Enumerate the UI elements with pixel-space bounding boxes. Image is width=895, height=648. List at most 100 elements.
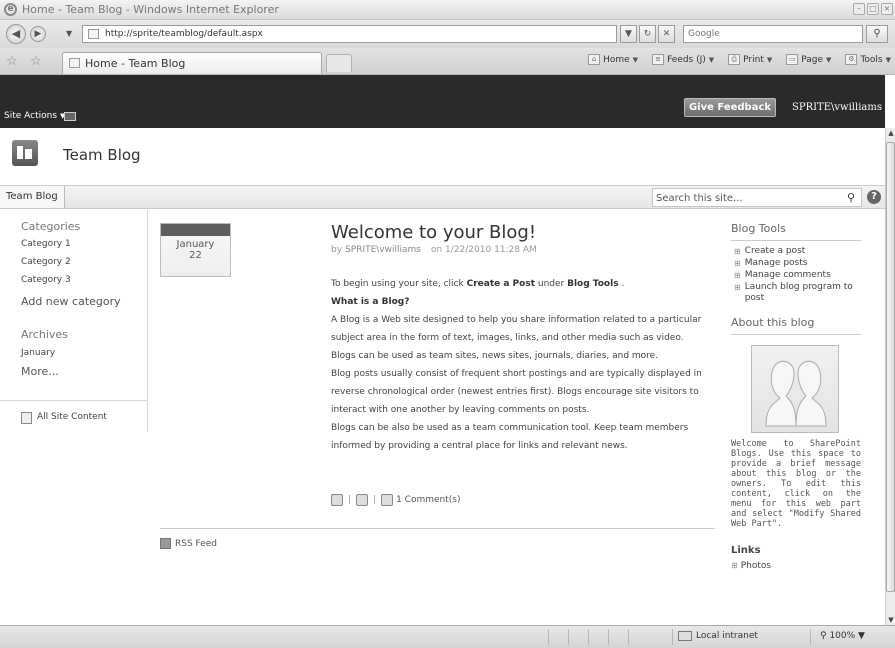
help-icon[interactable]: ? bbox=[867, 190, 881, 204]
search-icon[interactable]: ⚲ bbox=[866, 25, 888, 43]
scroll-up-arrow[interactable]: ▲ bbox=[886, 128, 895, 138]
rss-feed-link[interactable]: RSS Feed bbox=[160, 538, 217, 549]
user-menu[interactable]: SPRITE\vwilliams ▼ bbox=[792, 102, 891, 113]
post-actions: | | 1 Comment(s) bbox=[331, 494, 461, 506]
page-icon: ▭ bbox=[786, 54, 799, 65]
comments-link[interactable]: 1 Comment(s) bbox=[396, 495, 460, 505]
site-search-input[interactable] bbox=[656, 191, 826, 205]
sharepoint-ribbon: Site Actions ▼ Give Feedback SPRITE\vwill… bbox=[0, 75, 891, 128]
back-button[interactable]: ◀ bbox=[6, 24, 26, 44]
page-icon bbox=[69, 58, 80, 68]
right-column: Blog Tools ⊞ Create a post ⊞ Manage posts … bbox=[731, 222, 861, 571]
window-titlebar: e Home - Team Blog - Windows Internet Ex… bbox=[0, 0, 895, 20]
blog-tools-heading: Blog Tools bbox=[731, 222, 861, 241]
stop-button[interactable]: ✕ bbox=[658, 25, 675, 43]
browser-search-input[interactable] bbox=[688, 27, 838, 41]
post-paragraph-2: Blog posts usually consist of frequent s… bbox=[331, 369, 702, 415]
history-dropdown[interactable]: ▼ bbox=[66, 29, 72, 38]
post-body: To begin using your site, click Create a… bbox=[331, 275, 706, 455]
links-heading: Links bbox=[731, 545, 761, 556]
site-header: Team Blog bbox=[0, 128, 885, 184]
feeds-icon: ≡ bbox=[652, 54, 665, 65]
site-logo-icon[interactable] bbox=[12, 140, 38, 166]
security-zone[interactable]: Local intranet bbox=[678, 631, 758, 641]
close-button[interactable]: × bbox=[881, 3, 893, 15]
categories-heading[interactable]: Categories bbox=[21, 220, 80, 233]
all-site-content-link[interactable]: All Site Content bbox=[0, 400, 148, 424]
link-photos[interactable]: ⊞ Photos bbox=[731, 561, 861, 571]
scrollbar-thumb[interactable] bbox=[886, 142, 895, 592]
comment-icon[interactable] bbox=[381, 494, 394, 506]
minimize-button[interactable]: – bbox=[853, 3, 865, 15]
forward-button[interactable]: ▶ bbox=[30, 26, 46, 42]
top-navigation: Team Blog ⚲ ? bbox=[0, 185, 885, 209]
scroll-down-arrow[interactable]: ▼ bbox=[886, 615, 895, 625]
post-date-day: 22 bbox=[189, 250, 202, 261]
manage-posts-link[interactable]: ⊞ Manage posts bbox=[731, 258, 861, 269]
post-timestamp: on 1/22/2010 11:28 AM bbox=[430, 245, 537, 255]
add-new-category-link[interactable]: Add new category bbox=[21, 295, 121, 308]
feeds-button[interactable]: ≡ Feeds (J) ▼ bbox=[652, 54, 714, 65]
site-actions-menu[interactable]: Site Actions ▼ bbox=[4, 111, 65, 121]
status-bar: Local intranet ⚲ 100% ▼ bbox=[0, 625, 895, 648]
blog-tools-link: Blog Tools bbox=[567, 279, 619, 289]
site-title[interactable]: Team Blog bbox=[63, 146, 141, 164]
page-menu-button[interactable]: ▭ Page ▼ bbox=[786, 54, 831, 65]
post-intro: To begin using your site, click Create a… bbox=[331, 279, 625, 289]
email-post-icon[interactable] bbox=[331, 494, 343, 506]
address-bar[interactable]: http://sprite/teamblog/default.aspx bbox=[82, 25, 617, 43]
home-icon: ⌂ bbox=[588, 54, 601, 65]
favorites-star-icon[interactable]: ☆ bbox=[6, 54, 18, 69]
all-site-content-icon bbox=[21, 412, 32, 424]
post-date-tile: January 22 bbox=[160, 223, 231, 277]
post-subheading: What is a Blog? bbox=[331, 297, 410, 307]
command-bar: ⌂ Home ▼ ≡ Feeds (J) ▼ ⎙ Print ▼ ▭ Page ▼ ⚙ Tools… bbox=[588, 54, 891, 65]
site-search-box[interactable]: ⚲ bbox=[652, 188, 862, 207]
tab-toolbar: ☆ ☆ Home - Team Blog ⌂ Home ▼ ≡ Feeds (J) ▼ … bbox=[0, 48, 895, 75]
archives-heading[interactable]: Archives bbox=[21, 328, 68, 341]
post-byline: by SPRITE\vwilliams on 1/22/2010 11:28 AM bbox=[331, 245, 537, 255]
create-post-link: Create a Post bbox=[466, 279, 535, 289]
address-toolbar: ◀ ▶ ▼ http://sprite/teamblog/default.asp… bbox=[0, 20, 895, 48]
nav-item-category-1[interactable]: Category 1 bbox=[21, 239, 71, 249]
blog-post: Welcome to your Blog! by SPRITE\vwilliams… bbox=[331, 222, 706, 455]
browser-search-box[interactable] bbox=[683, 25, 863, 43]
new-tab-button[interactable] bbox=[326, 54, 352, 72]
zoom-level[interactable]: ⚲ 100% ▼ bbox=[820, 631, 865, 641]
nav-tab-team-blog[interactable]: Team Blog bbox=[0, 186, 65, 208]
launch-blog-program-link[interactable]: ⊞ Launch blog program to post bbox=[731, 282, 861, 304]
about-blog-heading: About this blog bbox=[731, 316, 861, 335]
refresh-button[interactable]: ↻ bbox=[639, 25, 656, 43]
tab-title: Home - Team Blog bbox=[85, 57, 186, 70]
window-title: Home - Team Blog - Windows Internet Expl… bbox=[22, 3, 279, 16]
page-scrollbar[interactable]: ▲ ▼ bbox=[885, 128, 895, 625]
address-url[interactable]: http://sprite/teamblog/default.aspx bbox=[105, 29, 263, 39]
tools-menu-button[interactable]: ⚙ Tools ▼ bbox=[845, 54, 891, 65]
left-navigation: Categories Category 1 Category 2 Categor… bbox=[0, 210, 148, 432]
maximize-button[interactable]: □ bbox=[867, 3, 879, 15]
add-favorites-icon[interactable]: ☆ bbox=[30, 54, 42, 69]
rss-icon bbox=[160, 538, 171, 549]
create-a-post-link[interactable]: ⊞ Create a post bbox=[731, 246, 861, 257]
post-paragraph-3: Blogs can be also be used as a team comm… bbox=[331, 423, 689, 451]
address-dropdown-button[interactable]: ▼ bbox=[620, 25, 637, 43]
edit-page-icon[interactable] bbox=[64, 112, 76, 121]
post-date-month: January bbox=[176, 239, 215, 250]
tools-icon: ⚙ bbox=[845, 54, 858, 65]
nav-item-january[interactable]: January bbox=[21, 348, 55, 358]
give-feedback-button[interactable]: Give Feedback bbox=[684, 98, 776, 117]
post-title[interactable]: Welcome to your Blog! bbox=[331, 222, 706, 244]
about-blog-image bbox=[751, 345, 839, 433]
search-icon[interactable]: ⚲ bbox=[847, 191, 855, 204]
nav-item-category-3[interactable]: Category 3 bbox=[21, 275, 71, 285]
post-author[interactable]: SPRITE\vwilliams bbox=[345, 245, 421, 255]
manage-comments-link[interactable]: ⊞ Manage comments bbox=[731, 270, 861, 281]
more-archives-link[interactable]: More... bbox=[21, 365, 59, 378]
nav-item-category-2[interactable]: Category 2 bbox=[21, 257, 71, 267]
permalink-icon[interactable] bbox=[356, 494, 369, 506]
post-paragraph-1: A Blog is a Web site designed to help yo… bbox=[331, 315, 702, 361]
browser-tab[interactable]: Home - Team Blog bbox=[62, 52, 322, 74]
post-divider bbox=[160, 528, 715, 529]
home-button[interactable]: ⌂ Home ▼ bbox=[588, 54, 638, 65]
print-button[interactable]: ⎙ Print ▼ bbox=[728, 54, 772, 65]
